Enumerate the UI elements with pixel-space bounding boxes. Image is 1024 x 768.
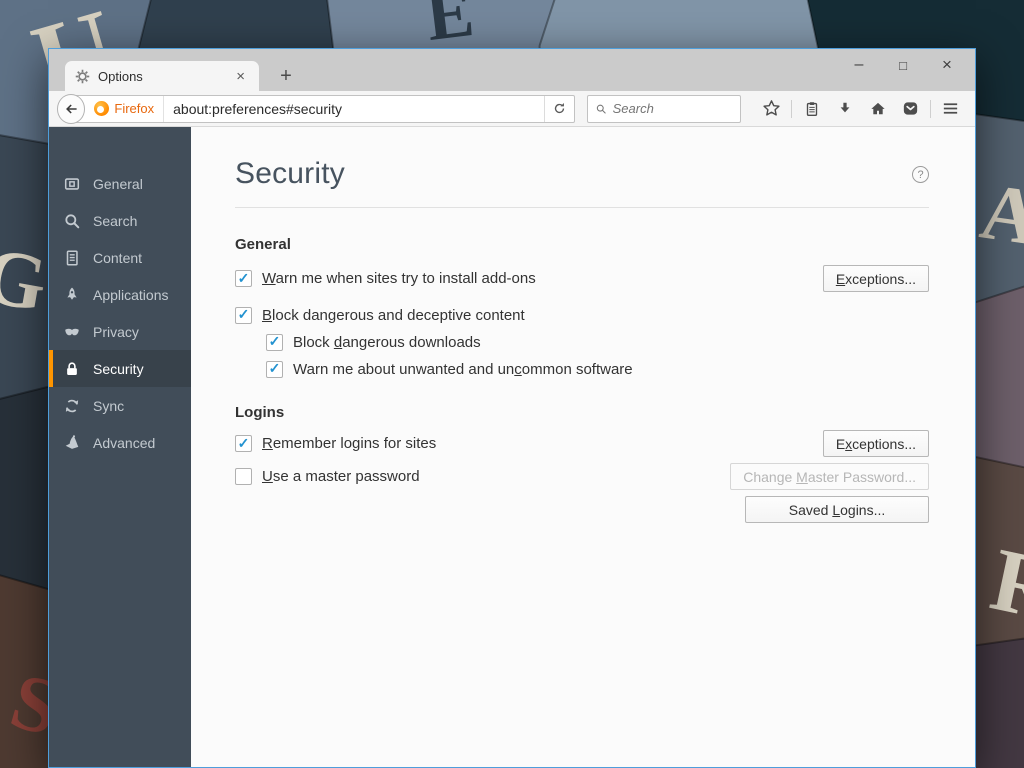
block-downloads-label[interactable]: Block dangerous downloads bbox=[293, 334, 481, 351]
remember-logins-label[interactable]: Remember logins for sites bbox=[262, 435, 436, 452]
pref-row-remember-logins: ✓ Remember logins for sites Exceptions..… bbox=[235, 430, 929, 457]
security-lock-icon bbox=[63, 360, 81, 378]
sidebar-item-content[interactable]: Content bbox=[49, 239, 191, 276]
site-identity-badge[interactable]: Firefox bbox=[91, 96, 164, 122]
back-arrow-icon bbox=[63, 101, 79, 117]
remember-logins-checkbox[interactable]: ✓ bbox=[235, 435, 252, 452]
url-bar[interactable]: Firefox about:preferences#security bbox=[70, 95, 575, 123]
sidebar-item-label: Advanced bbox=[93, 435, 155, 451]
sidebar-item-security[interactable]: Security bbox=[49, 350, 191, 387]
preferences-sidebar: General Search Content bbox=[49, 127, 191, 767]
content-icon bbox=[63, 249, 81, 267]
pref-row-block-content: ✓ Block dangerous and deceptive content bbox=[235, 306, 929, 324]
titlebar[interactable]: Options × + – □ × bbox=[49, 49, 975, 91]
block-content-label[interactable]: Block dangerous and deceptive content bbox=[262, 307, 525, 324]
sidebar-item-label: Search bbox=[93, 213, 137, 229]
warn-addons-checkbox[interactable]: ✓ bbox=[235, 270, 252, 287]
home-icon bbox=[869, 100, 887, 118]
pref-row-block-downloads: ✓ Block dangerous downloads bbox=[266, 333, 929, 351]
sync-icon bbox=[63, 397, 81, 415]
tab-close-icon[interactable]: × bbox=[232, 67, 249, 86]
search-icon bbox=[63, 212, 81, 230]
security-pane: Security ? General ✓ Warn me when sites … bbox=[191, 127, 975, 767]
search-input[interactable] bbox=[613, 101, 733, 116]
close-button[interactable]: × bbox=[925, 51, 969, 79]
check-icon: ✓ bbox=[238, 307, 250, 321]
url-text[interactable]: about:preferences#security bbox=[164, 101, 544, 117]
sidebar-item-general[interactable]: General bbox=[49, 165, 191, 202]
downloads-button[interactable] bbox=[828, 94, 861, 124]
warn-software-label[interactable]: Warn me about unwanted and uncommon soft… bbox=[293, 361, 633, 378]
sidebar-item-label: Privacy bbox=[93, 324, 139, 340]
logins-exceptions-button[interactable]: Exceptions... bbox=[823, 430, 929, 457]
menu-button[interactable] bbox=[934, 94, 967, 124]
applications-icon bbox=[63, 286, 81, 304]
check-icon: ✓ bbox=[269, 334, 281, 348]
addons-exceptions-button[interactable]: Exceptions... bbox=[823, 265, 929, 292]
sidebar-item-label: Sync bbox=[93, 398, 124, 414]
hamburger-icon bbox=[941, 99, 960, 118]
change-master-password-button: Change Master Password... bbox=[730, 463, 929, 490]
star-icon bbox=[762, 99, 781, 118]
download-arrow-icon bbox=[836, 100, 854, 118]
section-header-logins: Logins bbox=[235, 404, 929, 421]
toolbar-icons bbox=[755, 94, 967, 124]
saved-logins-button[interactable]: Saved Logins... bbox=[745, 496, 929, 523]
browser-window: Options × + – □ × Firefox about:preferen… bbox=[48, 48, 976, 768]
check-icon: ✓ bbox=[269, 361, 281, 375]
sidebar-item-search[interactable]: Search bbox=[49, 202, 191, 239]
sidebar-item-applications[interactable]: Applications bbox=[49, 276, 191, 313]
navigation-bar: Firefox about:preferences#security bbox=[49, 91, 975, 127]
warn-software-checkbox[interactable]: ✓ bbox=[266, 361, 283, 378]
tab-label: Options bbox=[98, 69, 143, 84]
firefox-brand-label: Firefox bbox=[114, 101, 154, 116]
sidebar-item-label: General bbox=[93, 176, 143, 192]
clipboard-icon bbox=[803, 100, 821, 118]
privacy-mask-icon bbox=[63, 323, 81, 341]
pref-row-warn-addons: ✓ Warn me when sites try to install add-… bbox=[235, 265, 929, 292]
general-icon bbox=[63, 175, 81, 193]
help-button[interactable]: ? bbox=[912, 166, 929, 183]
block-downloads-checkbox[interactable]: ✓ bbox=[266, 334, 283, 351]
window-controls: – □ × bbox=[837, 51, 969, 79]
check-icon: ✓ bbox=[238, 436, 250, 450]
tab-options[interactable]: Options × bbox=[65, 61, 259, 91]
new-tab-button[interactable]: + bbox=[269, 61, 303, 91]
master-password-checkbox[interactable]: ✓ bbox=[235, 468, 252, 485]
sidebar-item-label: Security bbox=[93, 361, 144, 377]
toolbar-separator bbox=[930, 100, 931, 118]
pocket-icon bbox=[901, 99, 920, 118]
check-icon: ✓ bbox=[238, 271, 250, 285]
pocket-button[interactable] bbox=[894, 94, 927, 124]
sidebar-item-label: Applications bbox=[93, 287, 169, 303]
master-password-label[interactable]: Use a master password bbox=[262, 468, 420, 485]
home-button[interactable] bbox=[861, 94, 894, 124]
sidebar-item-sync[interactable]: Sync bbox=[49, 387, 191, 424]
bookmark-star-button[interactable] bbox=[755, 94, 788, 124]
pref-row-master-password: ✓ Use a master password Change Master Pa… bbox=[235, 463, 929, 490]
toolbar-separator bbox=[791, 100, 792, 118]
pref-row-warn-software: ✓ Warn me about unwanted and uncommon so… bbox=[266, 360, 929, 378]
advanced-icon bbox=[63, 434, 81, 452]
bookmarks-menu-button[interactable] bbox=[795, 94, 828, 124]
firefox-icon bbox=[94, 101, 109, 116]
page-title: Security bbox=[235, 157, 345, 191]
content-area: General Search Content bbox=[49, 127, 975, 767]
minimize-button[interactable]: – bbox=[837, 51, 881, 79]
sidebar-item-privacy[interactable]: Privacy bbox=[49, 313, 191, 350]
back-button[interactable] bbox=[57, 94, 85, 124]
pref-row-saved-logins: Saved Logins... bbox=[235, 496, 929, 523]
section-header-general: General bbox=[235, 236, 929, 253]
search-icon bbox=[595, 102, 607, 116]
reload-button[interactable] bbox=[544, 96, 574, 122]
search-box[interactable] bbox=[587, 95, 741, 123]
sidebar-item-advanced[interactable]: Advanced bbox=[49, 424, 191, 461]
reload-icon bbox=[552, 101, 567, 116]
sidebar-item-label: Content bbox=[93, 250, 142, 266]
maximize-button[interactable]: □ bbox=[881, 51, 925, 79]
title-divider bbox=[235, 207, 929, 208]
gear-icon bbox=[75, 69, 90, 84]
warn-addons-label[interactable]: Warn me when sites try to install add-on… bbox=[262, 270, 536, 287]
block-content-checkbox[interactable]: ✓ bbox=[235, 307, 252, 324]
